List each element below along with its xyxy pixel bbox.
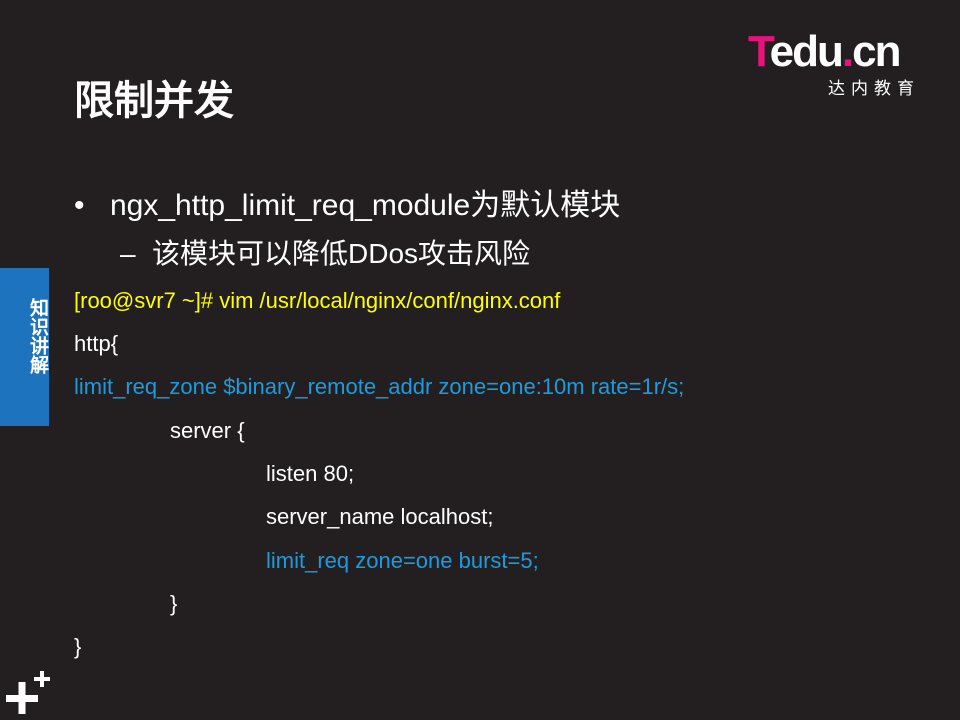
bullet-level-1: • ngx_http_limit_req_module为默认模块 (74, 180, 620, 224)
slide-title: 限制并发 (74, 79, 234, 123)
plus-icon (6, 671, 50, 714)
code-line-http-open: http{ (74, 331, 119, 356)
bullet-marker: – (120, 238, 136, 269)
side-tab: 知识讲解 (0, 268, 49, 426)
side-tab-label: 知识讲解 (27, 298, 48, 374)
logo-dot: . (841, 27, 854, 76)
logo-subtitle: 达内教育 (828, 79, 920, 98)
code-line-listen: listen 80; (266, 461, 355, 486)
bullet-level-2: – 该模块可以降低DDos攻击风险 (120, 232, 530, 272)
code-line-server-open: server { (170, 418, 245, 443)
code-line-command: [roo@svr7 ~]# vim /usr/local/nginx/conf/… (74, 288, 561, 313)
bullet-text: ngx_http_limit_req_module为默认模块 (110, 189, 621, 222)
code-line-server-name: server_name localhost; (266, 504, 494, 529)
code-line-http-close: } (74, 634, 82, 659)
bullet-text: 该模块可以降低DDos攻击风险 (152, 238, 531, 269)
code-line-limit-req-zone: limit_req_zone $binary_remote_addr zone=… (74, 374, 685, 399)
tedu-logo: Tedu.cn 达内教育 (748, 27, 938, 99)
bullet-marker: • (74, 189, 85, 222)
logo-letter-t: T (748, 27, 772, 76)
logo-letters-cn: cn (852, 27, 901, 76)
code-line-limit-req: limit_req zone=one burst=5; (266, 548, 539, 573)
code-line-server-close: } (170, 591, 178, 616)
logo-wordmark: Tedu.cn (748, 27, 901, 76)
logo-letters-edu: edu (769, 27, 844, 76)
